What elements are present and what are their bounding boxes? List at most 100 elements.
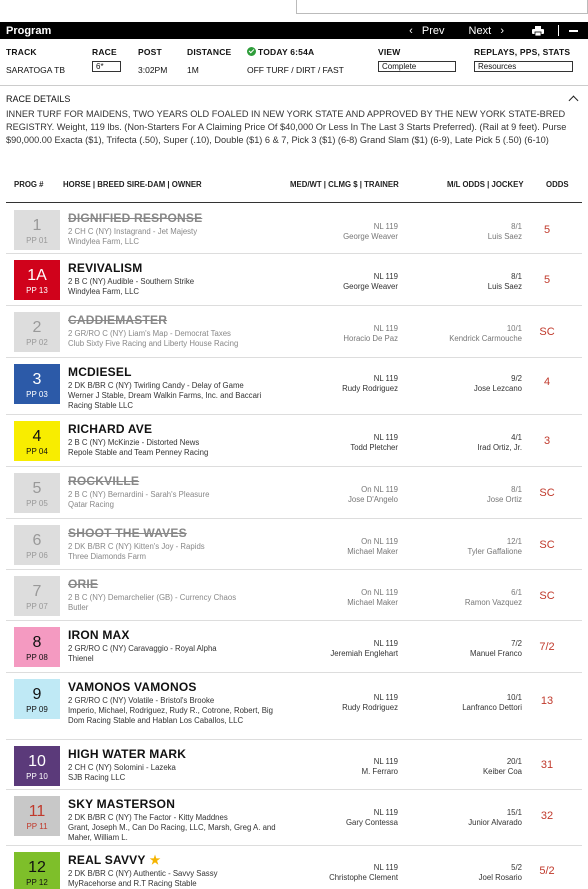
program-number-badge: 1A PP 13 [14, 260, 60, 300]
jockey-info: 4/1 Irad Ortiz, Jr. [477, 433, 522, 453]
race-select-value: 6* [96, 62, 104, 71]
program-number: 5 [32, 480, 42, 497]
program-number: 7 [32, 583, 42, 600]
trainer: George Weaver [343, 282, 398, 291]
horse-name[interactable]: SKY MASTERSON [68, 797, 175, 811]
resources-select-value: Resources [478, 62, 517, 71]
breed-sire-dam: 2 CH C (NY) Solomini - Lazeka [68, 763, 176, 772]
trainer-info: NL 119 George Weaver [343, 222, 398, 242]
table-header: PROG # HORSE | BREED SIRE-DAM | OWNER ME… [0, 180, 588, 194]
trainer-info: NL 119 M. Ferraro [362, 757, 398, 777]
morning-line-odds: 6/1 [511, 588, 522, 597]
live-odds: 13 [540, 695, 554, 707]
morning-line-odds: 10/1 [506, 324, 522, 333]
horse-details: 2 GR/RO C (NY) Caravaggio - Royal Alpha … [68, 644, 278, 664]
horse-name[interactable]: ORIE [68, 577, 98, 591]
horse-name-text: REAL SAVVY [68, 853, 146, 867]
horse-name-text: VAMONOS VAMONOS [68, 680, 197, 694]
horse-name[interactable]: SHOOT THE WAVES [68, 526, 187, 540]
trainer: Todd Pletcher [350, 443, 398, 452]
horse-name[interactable]: REVIVALISM [68, 261, 142, 275]
horse-details: 2 GR/RO C (NY) Liam's Map - Democrat Tax… [68, 329, 278, 349]
race-select[interactable]: 6* [92, 61, 121, 72]
table-row[interactable]: 7 PP 07 ORIE 2 B C (NY) Demarchelier (GB… [6, 570, 582, 621]
table-row[interactable]: 6 PP 06 SHOOT THE WAVES 2 DK B/BR C (NY)… [6, 519, 582, 570]
horse-name[interactable]: DIGNIFIED RESPONSE [68, 211, 202, 225]
table-row[interactable]: 11 PP 11 SKY MASTERSON 2 DK B/BR C (NY) … [6, 790, 582, 846]
owner: Imperio, Michael, Rodriguez, Rudy R., Co… [68, 706, 273, 725]
horse-name[interactable]: MCDIESEL [68, 365, 132, 379]
jockey-info: 10/1 Kendrick Carmouche [449, 324, 522, 344]
track-info: TRACK SARATOGA TB [6, 47, 65, 75]
live-odds: 7/2 [539, 641, 555, 653]
col-prog: PROG # [14, 180, 44, 189]
owner: Repole Stable and Team Penney Racing [68, 448, 209, 457]
post-position: PP 08 [26, 653, 48, 662]
printer-icon[interactable] [532, 25, 544, 36]
breed-sire-dam: 2 DK B/BR C (NY) Authentic - Savvy Sassy [68, 869, 218, 878]
prev-label: Prev [421, 24, 445, 37]
table-row[interactable]: 1 PP 01 DIGNIFIED RESPONSE 2 CH C (NY) I… [6, 204, 582, 254]
table-row[interactable]: 12 PP 12 REAL SAVVY ★ 2 DK B/BR C (NY) Au… [6, 846, 582, 889]
replays-info: REPLAYS, PPS, STATS Resources [474, 47, 573, 72]
horse-name-text: SKY MASTERSON [68, 797, 176, 811]
horse-name[interactable]: IRON MAX [68, 628, 130, 642]
race-label: RACE [92, 47, 117, 57]
top-input-box[interactable] [296, 0, 588, 14]
table-row[interactable]: 9 PP 09 VAMONOS VAMONOS 2 GR/RO C (NY) V… [6, 673, 582, 740]
jockey-info: 9/2 Jose Lezcano [474, 374, 522, 394]
next-button[interactable]: Next › [469, 25, 504, 37]
table-row[interactable]: 3 PP 03 MCDIESEL 2 DK B/BR C (NY) Twirli… [6, 358, 582, 415]
program-number: 11 [28, 803, 46, 820]
morning-line-odds: 4/1 [511, 433, 522, 442]
med-weight: NL 119 [373, 639, 398, 648]
table-row[interactable]: 5 PP 05 ROCKVILLE 2 B C (NY) Bernardini … [6, 467, 582, 519]
resources-select[interactable]: Resources [474, 61, 573, 72]
program-number-badge: 7 PP 07 [14, 576, 60, 616]
trainer: Rudy Rodriguez [342, 703, 398, 712]
table-row[interactable]: 2 PP 02 CADDIEMASTER 2 GR/RO C (NY) Liam… [6, 306, 582, 358]
med-weight: NL 119 [373, 222, 398, 231]
jockey-info: 8/1 Luis Saez [488, 272, 522, 292]
horse-name[interactable]: RICHARD AVE [68, 422, 152, 436]
race-info: TRACK SARATOGA TB RACE 6* POST 3:02PM DI… [0, 47, 588, 77]
breed-sire-dam: 2 GR/RO C (NY) Volatile - Bristol's Broo… [68, 696, 215, 705]
jockey-info: 12/1 Tyler Gaffalione [468, 537, 522, 557]
horse-name-text: DIGNIFIED RESPONSE [68, 211, 203, 225]
post-position: PP 03 [26, 390, 48, 399]
owner: Qatar Racing [68, 500, 114, 509]
horse-name[interactable]: CADDIEMASTER [68, 313, 167, 327]
post-position: PP 01 [26, 236, 48, 245]
col-horse: HORSE | BREED SIRE-DAM | OWNER [63, 180, 202, 189]
table-row[interactable]: 1A PP 13 REVIVALISM 2 B C (NY) Audible -… [6, 254, 582, 306]
col-odds: ODDS [546, 180, 569, 189]
trainer-info: On NL 119 Michael Maker [347, 588, 398, 608]
live-odds: 5 [543, 224, 551, 236]
post-position: PP 02 [26, 338, 48, 347]
breed-sire-dam: 2 DK B/BR C (NY) The Factor - Kitty Madd… [68, 813, 228, 822]
prev-button[interactable]: ‹ Prev [409, 25, 444, 37]
view-select[interactable]: Complete [378, 61, 456, 72]
minimize-icon[interactable] [569, 29, 578, 32]
chevron-up-icon[interactable] [568, 95, 579, 106]
horse-name[interactable]: HIGH WATER MARK [68, 747, 186, 761]
table-row[interactable]: 4 PP 04 RICHARD AVE 2 B C (NY) McKinzie … [6, 415, 582, 467]
table-row[interactable]: 10 PP 10 HIGH WATER MARK 2 CH C (NY) Sol… [6, 740, 582, 790]
horse-details: 2 B C (NY) Demarchelier (GB) - Currency … [68, 593, 278, 613]
program-number: 9 [32, 686, 42, 703]
horse-name[interactable]: REAL SAVVY ★ [68, 853, 161, 867]
trainer: George Weaver [343, 232, 398, 241]
table-row[interactable]: 8 PP 08 IRON MAX 2 GR/RO C (NY) Caravagg… [6, 621, 582, 673]
owner: Windylea Farm, LLC [68, 287, 140, 296]
jockey: Kendrick Carmouche [449, 334, 522, 343]
med-weight: NL 119 [373, 374, 398, 383]
horse-name[interactable]: ROCKVILLE [68, 474, 139, 488]
jockey-info: 6/1 Ramon Vazquez [465, 588, 522, 608]
post-value: 3:02PM [138, 65, 168, 75]
owner: SJB Racing LLC [68, 773, 126, 782]
horse-name[interactable]: VAMONOS VAMONOS [68, 680, 197, 694]
horse-details: 2 CH C (NY) Instagrand - Jet Majesty Win… [68, 227, 278, 247]
check-icon [247, 47, 256, 56]
trainer: Gary Contessa [345, 818, 398, 827]
race-details-title: RACE DETAILS [6, 94, 71, 104]
